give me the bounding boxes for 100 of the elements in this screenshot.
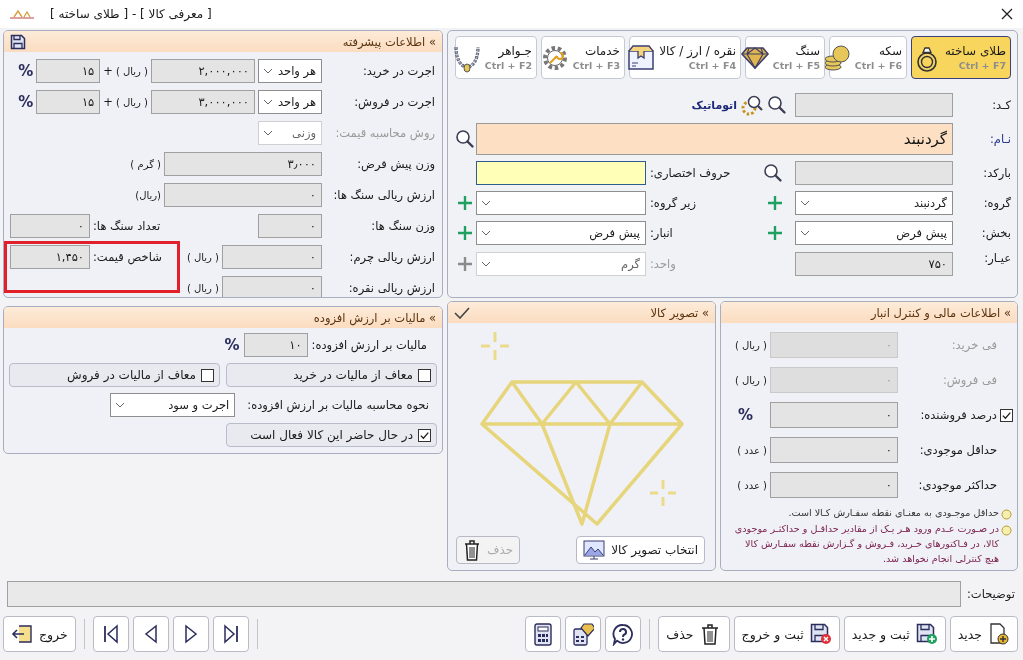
- navigation-button[interactable]: [132, 616, 169, 652]
- calculator-button[interactable]: [525, 616, 562, 652]
- bullet-icon: [1001, 509, 1012, 520]
- navigation-button[interactable]: [172, 616, 209, 652]
- text-field[interactable]: ۳٫۰۰۰: [164, 152, 322, 176]
- field-label: بخش:: [980, 226, 1011, 240]
- text-field[interactable]: [476, 161, 646, 185]
- text-field[interactable]: ۰: [258, 214, 322, 238]
- text-field[interactable]: [7, 581, 961, 607]
- search-icon[interactable]: [455, 129, 475, 149]
- text-field[interactable]: ۱۰: [243, 333, 308, 357]
- unit-label: ( ریال ): [115, 65, 148, 77]
- save-and-exit-button[interactable]: ثبت و خروج: [733, 616, 840, 652]
- text-field[interactable]: ۱۵: [36, 59, 101, 83]
- text-field[interactable]: ۱۵: [36, 90, 101, 114]
- trash-icon: [463, 539, 481, 561]
- unit-label: ( ریال ): [186, 251, 219, 263]
- save-icon[interactable]: [10, 33, 26, 50]
- save-and-new-button[interactable]: ثبت و جدید: [843, 616, 946, 652]
- checkbox-option[interactable]: معاف از مالیات در خرید: [226, 363, 437, 387]
- unit-label: ( ریال ): [186, 282, 219, 294]
- text-field[interactable]: [795, 161, 953, 185]
- field-label: حروف اختصاری:: [650, 166, 731, 180]
- field-label: گروه:: [982, 196, 1011, 210]
- text-field[interactable]: ۰: [164, 183, 322, 207]
- text-field[interactable]: ۰: [770, 402, 898, 428]
- check-icon: [454, 306, 470, 319]
- text-field[interactable]: ۰: [222, 276, 322, 297]
- percent-sign: %: [737, 406, 753, 424]
- new-document-icon: [988, 622, 1010, 646]
- field-label: زیر گروه:: [650, 196, 697, 210]
- text-field[interactable]: ۷۵۰: [795, 252, 953, 276]
- text-field[interactable]: ۰: [222, 245, 322, 269]
- close-button[interactable]: [999, 6, 1015, 22]
- shortcut-label: Ctrl + F7: [958, 60, 1006, 71]
- unit-label: ( عدد ): [737, 479, 767, 491]
- new-button[interactable]: جدید: [949, 616, 1018, 652]
- percent-sign: %: [18, 93, 34, 111]
- navigation-button[interactable]: [92, 616, 129, 652]
- exit-button[interactable]: خروج: [3, 616, 76, 652]
- text-field[interactable]: ۲,۰۰۰,۰۰۰: [151, 59, 255, 83]
- dropdown[interactable]: گردنبند: [795, 191, 953, 215]
- text-field[interactable]: ۰: [10, 214, 90, 238]
- text-field[interactable]: ۱,۴۵۰: [10, 245, 90, 269]
- checkbox-option[interactable]: معاف از مالیات در فروش: [9, 363, 220, 387]
- text-field[interactable]: گردنبند: [476, 123, 953, 155]
- unit-label: ( ریال ): [734, 339, 767, 351]
- chevron-icon: [115, 402, 126, 408]
- shortcut-label: Ctrl + F6: [854, 60, 902, 71]
- gear-search-icon[interactable]: [741, 94, 763, 116]
- delete-button[interactable]: حذف: [658, 616, 730, 652]
- field-label: بارکد:: [982, 166, 1011, 180]
- field-label: توضیحات:: [967, 587, 1015, 601]
- checkbox[interactable]: [1000, 408, 1013, 422]
- dropdown[interactable]: پیش فرض: [795, 221, 953, 245]
- dropdown[interactable]: هر واحد: [258, 59, 322, 83]
- plus-icon[interactable]: [457, 256, 473, 272]
- text-field[interactable]: ۰: [770, 437, 898, 463]
- choose-image-button[interactable]: انتخاب تصویر کالا: [576, 536, 705, 564]
- chevron-icon: [263, 99, 273, 105]
- image-icon: [583, 540, 606, 560]
- field-label: وزن سنگ ها:: [370, 219, 435, 233]
- plus-icon[interactable]: [767, 195, 783, 211]
- dropdown[interactable]: [476, 191, 646, 215]
- help-button[interactable]: [605, 616, 642, 652]
- field-label: ارزش ریالی چرم:: [348, 250, 435, 264]
- bullet-icon: [1001, 524, 1012, 536]
- calculator-icon: [532, 622, 555, 646]
- text-field[interactable]: [795, 93, 953, 117]
- navigation-button[interactable]: [212, 616, 249, 652]
- search-icon[interactable]: [767, 95, 787, 115]
- search-icon[interactable]: [763, 163, 783, 183]
- plus-sign: +: [103, 64, 113, 78]
- text-field[interactable]: ۰: [770, 472, 898, 498]
- plus-icon[interactable]: [457, 195, 473, 211]
- gem-calculator-button[interactable]: [565, 616, 602, 652]
- plus-icon[interactable]: [767, 225, 783, 241]
- plus-icon[interactable]: [457, 225, 473, 241]
- dropdown[interactable]: هر واحد: [258, 90, 322, 114]
- chevron-icon: [481, 261, 491, 267]
- field-label: عیـار:: [983, 251, 1011, 267]
- checkbox-option[interactable]: در حال حاضر این کالا فعال است: [226, 423, 437, 447]
- dropdown[interactable]: پیش فرض: [476, 221, 646, 245]
- shortcut-label: Ctrl + F3: [572, 60, 620, 71]
- field-label: نـام:: [988, 132, 1011, 146]
- dropdown[interactable]: اجرت و سود: [110, 393, 236, 417]
- checkbox[interactable]: [418, 368, 431, 382]
- unit-label: (ریال): [135, 189, 161, 201]
- checkbox[interactable]: [201, 368, 214, 382]
- shortcut-label: Ctrl + F5: [772, 60, 820, 71]
- unit-label: ( ریال ): [734, 374, 767, 386]
- text-field[interactable]: ۳,۰۰۰,۰۰۰: [151, 90, 255, 114]
- field-label: ارزش ریالی نقره:: [347, 281, 435, 295]
- unit-label: ( عدد ): [737, 444, 767, 456]
- plus-sign: +: [103, 95, 113, 109]
- unit-label: ( ریال ): [115, 96, 148, 108]
- chevron-icon: [481, 200, 491, 206]
- field-label: نحوه محاسبه مالیات بر ارزش افزوده:: [247, 398, 429, 412]
- checkbox[interactable]: [418, 428, 431, 442]
- skip-left-icon: [101, 624, 120, 644]
